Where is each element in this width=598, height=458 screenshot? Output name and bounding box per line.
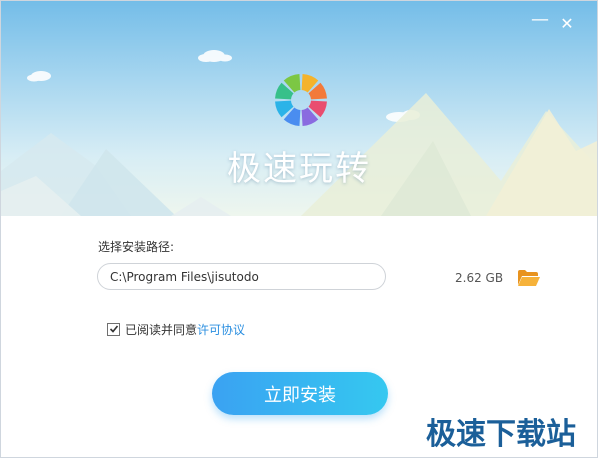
checkmark-icon: [109, 325, 118, 333]
folder-open-icon[interactable]: [517, 269, 541, 287]
required-size: 2.62 GB: [455, 271, 504, 285]
minimize-button[interactable]: —: [531, 11, 549, 29]
installer-window: — ✕ 极速玩转 选择安装路径: 2.62 GB 已阅读并同意 许可协议 立即安…: [0, 0, 598, 458]
watermark-text: 极速下载站: [426, 417, 576, 452]
header-banner: — ✕ 极速玩转: [1, 1, 597, 216]
color-wheel-logo: [275, 74, 327, 126]
install-now-button[interactable]: 立即安装: [212, 372, 388, 415]
close-button[interactable]: ✕: [558, 15, 576, 33]
license-agreement-link[interactable]: 许可协议: [197, 321, 245, 338]
install-path-label: 选择安装路径:: [98, 240, 175, 254]
install-path-input[interactable]: [97, 263, 386, 290]
agree-text: 已阅读并同意: [125, 322, 198, 337]
app-title: 极速玩转: [227, 149, 371, 189]
agreement-row: 已阅读并同意 许可协议: [107, 321, 245, 337]
agree-checkbox[interactable]: [107, 322, 120, 336]
